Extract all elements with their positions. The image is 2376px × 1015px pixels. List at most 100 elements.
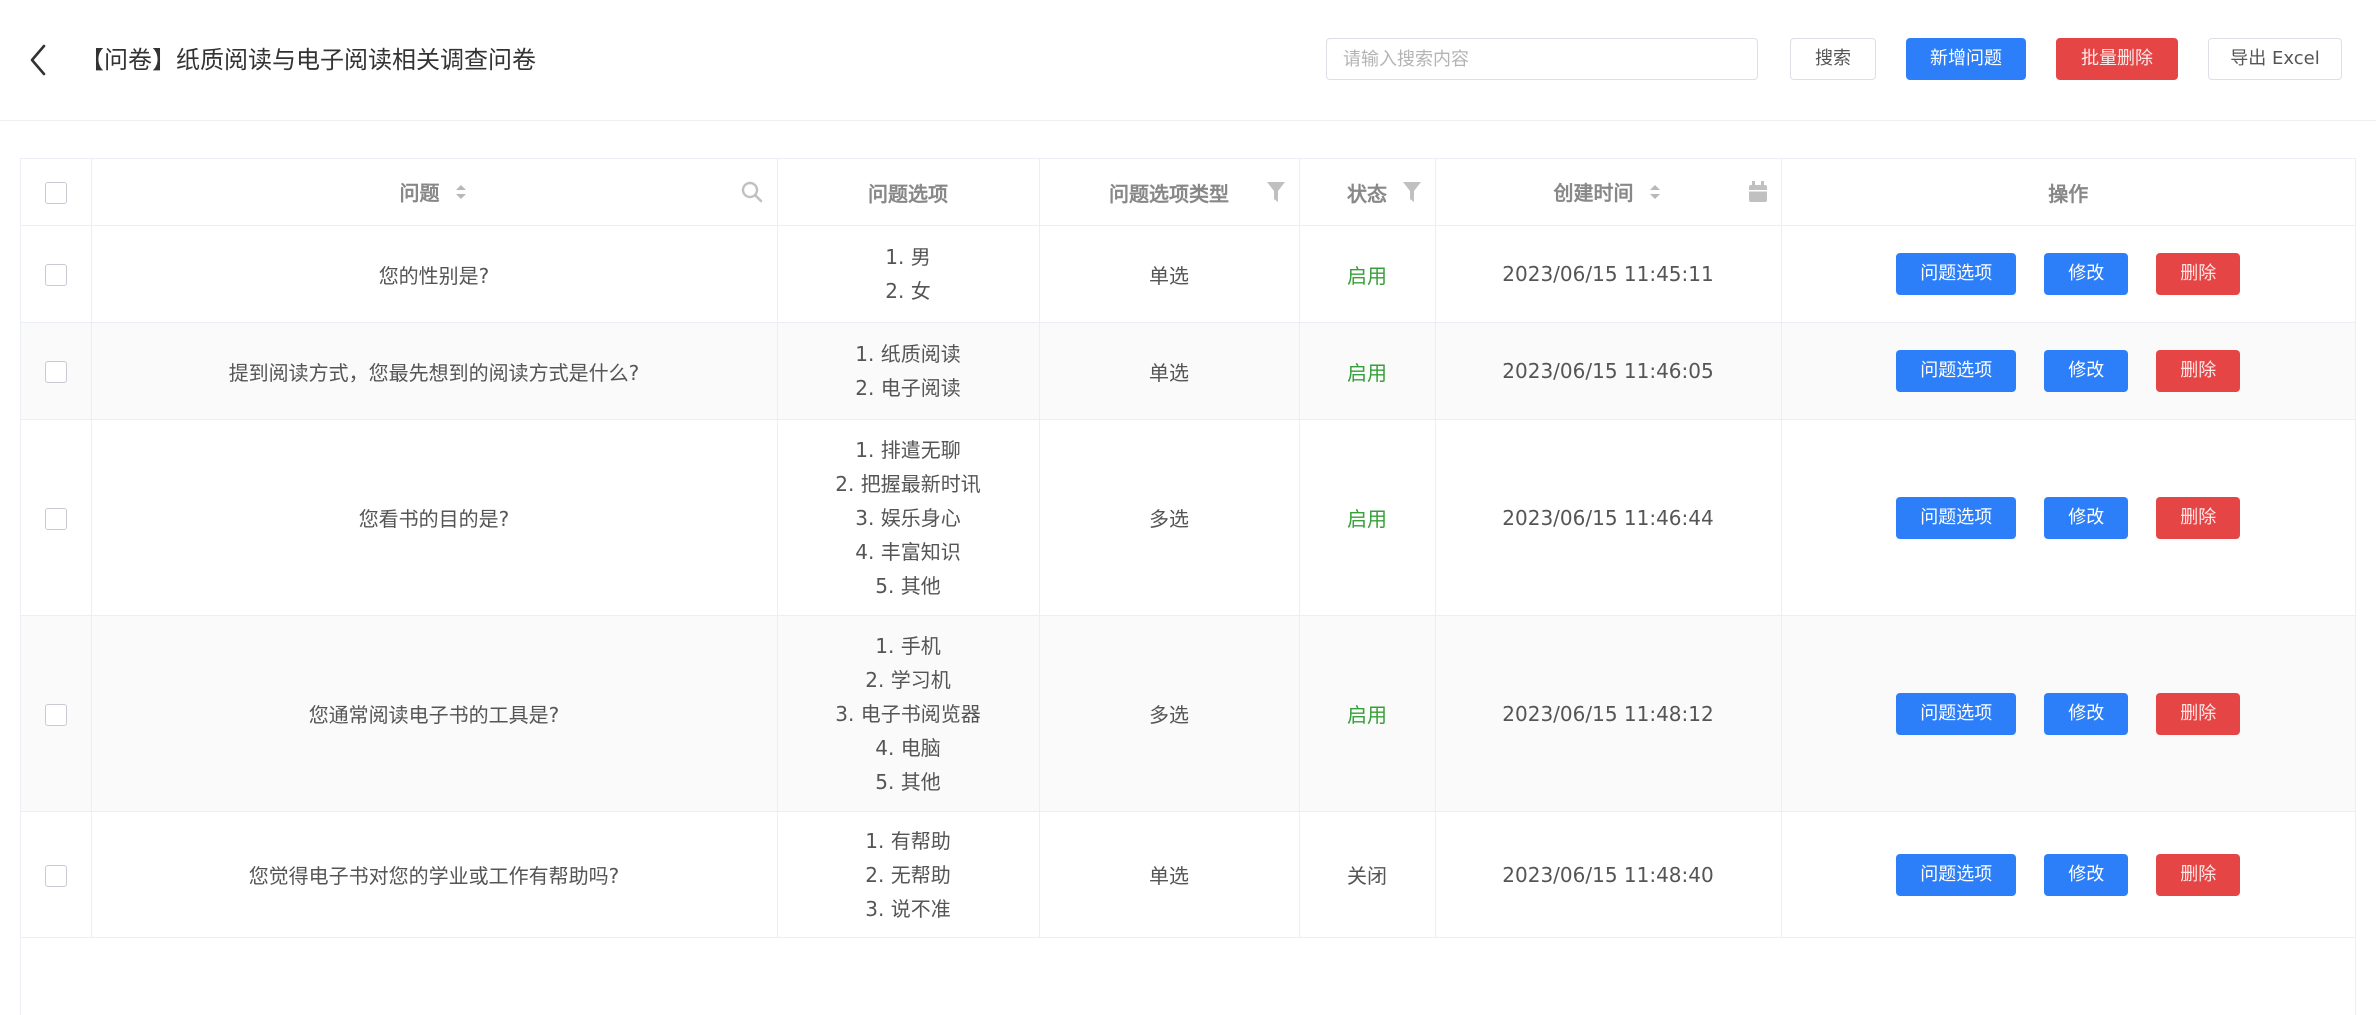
status-badge: 启用 — [1347, 360, 1387, 385]
delete-button[interactable]: 删除 — [2156, 692, 2241, 735]
actions-cell: 问题选项 修改 删除 — [1780, 811, 2355, 938]
row-checkbox[interactable] — [44, 864, 67, 887]
row-select-cell — [21, 322, 92, 420]
sort-icon[interactable] — [1648, 182, 1662, 207]
add-question-button[interactable]: 新增问题 — [1906, 38, 2026, 80]
back-button[interactable] — [22, 38, 56, 82]
chevron-left-icon — [30, 44, 46, 76]
question-options-button[interactable]: 问题选项 — [1896, 350, 2017, 392]
option-item: 3. 娱乐身心 — [855, 505, 961, 530]
table-header-row: 问题 问题选项 问题选项类型 状态 创建时间 操作 — [21, 159, 2355, 226]
delete-button[interactable]: 删除 — [2156, 496, 2241, 539]
created-time-cell: 2023/06/15 11:46:44 — [1434, 419, 1782, 616]
search-button[interactable]: 搜索 — [1790, 38, 1876, 80]
created-time-cell: 2023/06/15 11:48:40 — [1434, 811, 1782, 938]
edit-button[interactable]: 修改 — [2044, 350, 2129, 392]
actions-cell: 问题选项 修改 删除 — [1780, 615, 2355, 812]
column-actions-label: 操作 — [2048, 181, 2089, 206]
status-badge: 关闭 — [1347, 864, 1387, 888]
question-options-button[interactable]: 问题选项 — [1896, 853, 2017, 896]
column-created-time[interactable]: 创建时间 — [1434, 159, 1782, 226]
edit-button[interactable]: 修改 — [2044, 692, 2129, 735]
options-cell: 1. 排遣无聊 2. 把握最新时讯 3. 娱乐身心 4. 丰富知识 5. 其他 — [776, 419, 1040, 616]
column-question[interactable]: 问题 — [90, 159, 778, 226]
column-status: 状态 — [1298, 159, 1436, 226]
status-cell: 启用 — [1298, 225, 1436, 323]
option-item: 5. 其他 — [875, 573, 941, 598]
filter-icon[interactable] — [1401, 179, 1423, 210]
row-select-cell — [21, 811, 92, 938]
option-item: 2. 女 — [885, 279, 931, 303]
status-cell: 启用 — [1298, 419, 1436, 616]
status-cell: 启用 — [1298, 322, 1436, 420]
option-item: 1. 手机 — [875, 633, 941, 658]
table-row: 您的性别是? 1. 男 2. 女单选 启用 2023/06/15 11:45:11 问题选… — [21, 225, 2355, 323]
page-title: 【问卷】纸质阅读与电子阅读相关调查问卷 — [80, 46, 536, 74]
column-options-label: 问题选项 — [868, 181, 948, 206]
option-item: 2. 无帮助 — [865, 862, 951, 887]
header-select-all — [21, 159, 92, 226]
option-type-cell: 多选 — [1038, 419, 1300, 616]
created-time-cell: 2023/06/15 11:48:12 — [1434, 615, 1782, 812]
row-checkbox[interactable] — [44, 507, 67, 530]
table-row: 您通常阅读电子书的工具是? 1. 手机 2. 学习机 3. 电子书阅览器 4. 电脑 5.… — [21, 615, 2355, 812]
option-item: 2. 学习机 — [865, 667, 951, 692]
status-cell: 关闭 — [1298, 811, 1436, 938]
row-checkbox[interactable] — [44, 264, 67, 287]
option-item: 2. 电子阅读 — [855, 376, 961, 400]
edit-button[interactable]: 修改 — [2044, 253, 2129, 295]
option-item: 1. 纸质阅读 — [855, 342, 961, 366]
options-cell: 1. 男 2. 女 — [776, 225, 1040, 323]
question-options-button[interactable]: 问题选项 — [1896, 496, 2017, 539]
option-type-cell: 多选 — [1038, 615, 1300, 812]
row-select-cell — [21, 419, 92, 616]
option-type-cell: 单选 — [1038, 322, 1300, 420]
option-item: 3. 电子书阅览器 — [835, 701, 981, 726]
filter-icon[interactable] — [1265, 179, 1287, 210]
question-cell: 您觉得电子书对您的学业或工作有帮助吗? — [90, 811, 778, 938]
column-options: 问题选项 — [776, 159, 1040, 226]
actions-cell: 问题选项 修改 删除 — [1780, 322, 2355, 420]
row-select-cell — [21, 225, 92, 323]
option-item: 4. 丰富知识 — [855, 539, 961, 564]
top-bar: 【问卷】纸质阅读与电子阅读相关调查问卷 搜索 新增问题 批量删除 导出 Exce… — [0, 0, 2376, 121]
options-cell: 1. 有帮助 2. 无帮助 3. 说不准 — [776, 811, 1040, 938]
question-options-button[interactable]: 问题选项 — [1896, 692, 2017, 735]
option-type-cell: 单选 — [1038, 811, 1300, 938]
status-badge: 启用 — [1347, 507, 1387, 531]
delete-button[interactable]: 删除 — [2156, 253, 2241, 295]
option-item: 5. 其他 — [875, 769, 941, 794]
export-excel-button[interactable]: 导出 Excel — [2208, 38, 2342, 80]
question-cell: 您通常阅读电子书的工具是? — [90, 615, 778, 812]
option-item: 1. 有帮助 — [865, 828, 951, 853]
question-options-button[interactable]: 问题选项 — [1896, 253, 2017, 295]
column-option-type: 问题选项类型 — [1038, 159, 1300, 226]
row-checkbox[interactable] — [44, 361, 67, 384]
options-cell: 1. 纸质阅读 2. 电子阅读 — [776, 322, 1040, 420]
search-input[interactable] — [1326, 38, 1758, 80]
option-item: 2. 把握最新时讯 — [835, 471, 981, 496]
table-row: 提到阅读方式，您最先想到的阅读方式是什么? 1. 纸质阅读 2. 电子阅读 单选 启用 2… — [21, 322, 2355, 420]
edit-button[interactable]: 修改 — [2044, 496, 2129, 539]
created-time-cell: 2023/06/15 11:45:11 — [1434, 225, 1782, 323]
edit-button[interactable]: 修改 — [2044, 853, 2129, 896]
question-cell: 您的性别是? — [90, 225, 778, 323]
option-item: 4. 电脑 — [875, 735, 941, 760]
actions-cell: 问题选项 修改 删除 — [1780, 419, 2355, 616]
column-created-time-label: 创建时间 — [1553, 181, 1634, 205]
delete-button[interactable]: 删除 — [2156, 853, 2241, 896]
option-item: 1. 排遣无聊 — [855, 437, 961, 462]
batch-delete-button[interactable]: 批量删除 — [2056, 38, 2178, 80]
question-cell: 您看书的目的是? — [90, 419, 778, 616]
row-select-cell — [21, 615, 92, 812]
calendar-icon[interactable] — [1747, 179, 1769, 210]
row-checkbox[interactable] — [44, 703, 67, 726]
sort-icon[interactable] — [454, 182, 468, 207]
column-question-label: 问题 — [399, 181, 440, 205]
search-icon[interactable] — [739, 179, 765, 210]
options-cell: 1. 手机 2. 学习机 3. 电子书阅览器 4. 电脑 5. 其他 — [776, 615, 1040, 812]
delete-button[interactable]: 删除 — [2156, 350, 2241, 392]
select-all-checkbox[interactable] — [44, 182, 67, 205]
table-row: 您觉得电子书对您的学业或工作有帮助吗? 1. 有帮助 2. 无帮助 3. 说不准 单选 关… — [21, 811, 2355, 938]
question-cell: 提到阅读方式，您最先想到的阅读方式是什么? — [90, 322, 778, 420]
